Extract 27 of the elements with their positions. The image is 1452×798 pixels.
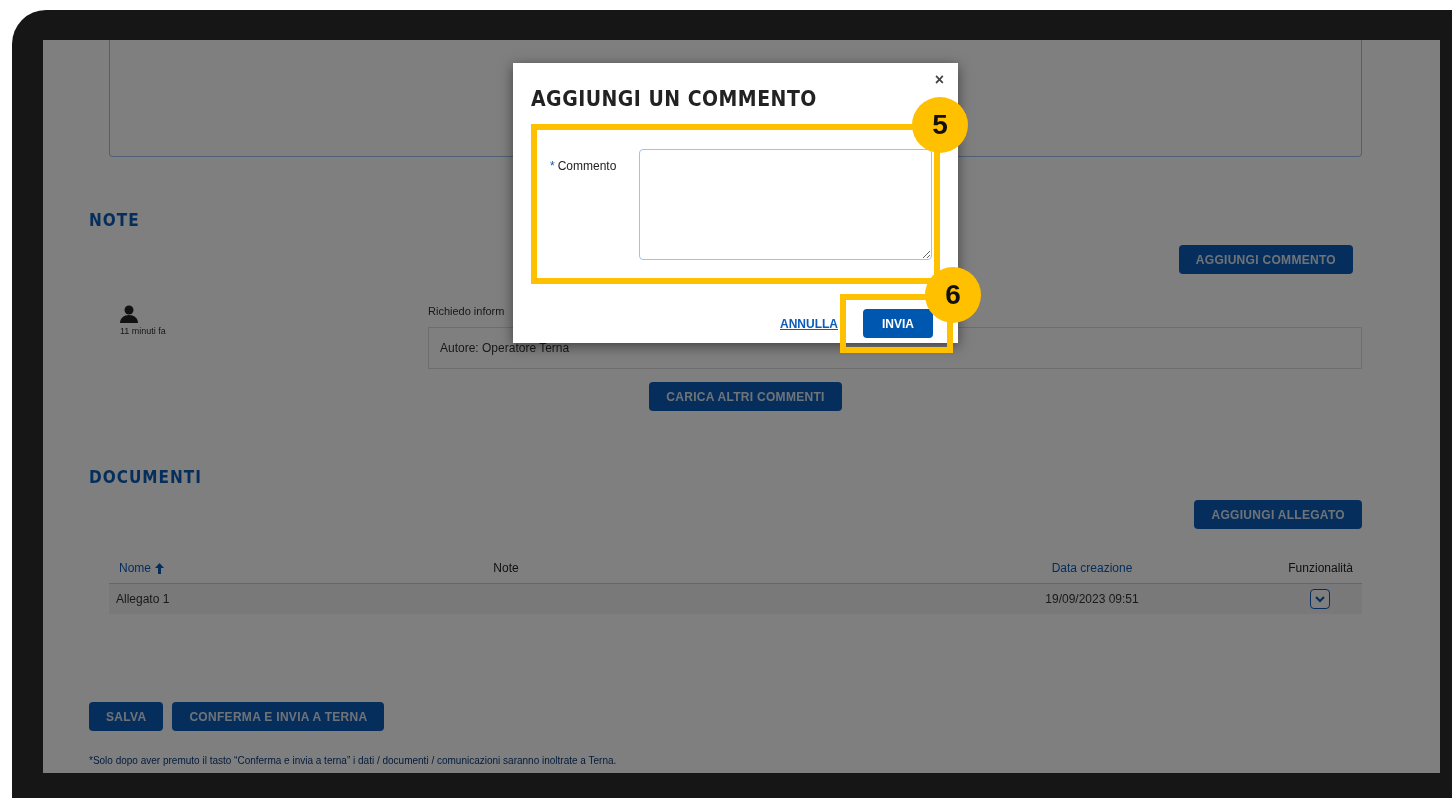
- section-heading: NOTE: [89, 210, 140, 230]
- close-button[interactable]: ×: [932, 69, 946, 91]
- arrow-up-icon: [155, 562, 164, 574]
- field-label: * Commento: [550, 159, 618, 173]
- column-header: Funzionalità: [1288, 561, 1354, 575]
- section-heading: DOCUMENTI: [89, 467, 202, 487]
- comment-field[interactable]: [639, 149, 932, 260]
- load-more-button[interactable]: CARICA ALTRI COMMENTI: [649, 382, 842, 411]
- add-comment-button[interactable]: AGGIUNGI COMMENTO: [1178, 245, 1353, 274]
- actions-dropdown-button[interactable]: [1310, 589, 1330, 609]
- confirm-send-button[interactable]: CONFERMA E INVIA A TERNA: [172, 702, 385, 731]
- column-header[interactable]: Nome: [109, 561, 164, 575]
- column-header: Note: [493, 561, 519, 575]
- step-badge: 5: [912, 97, 968, 153]
- save-button[interactable]: SALVA: [89, 702, 164, 731]
- add-attachment-button[interactable]: AGGIUNGI ALLEGATO: [1194, 500, 1362, 529]
- comment-text: Richiedo inform: [428, 305, 505, 317]
- send-button[interactable]: INVIA: [863, 309, 933, 338]
- table-cell-text: Allegato 1: [115, 592, 170, 606]
- comment-time: 11 minuti fa: [120, 326, 166, 336]
- table-cell: 19/09/2023 09:51: [1045, 592, 1139, 606]
- user-icon: [120, 305, 138, 323]
- step-badge: 6: [925, 267, 981, 323]
- footnote: *Solo dopo aver premuto il tasto “Conferma e invia a terna” i dati / documenti / comunicazioni saranno inoltrate a Terna.: [89, 755, 618, 766]
- chevron-down-icon: [1315, 595, 1325, 603]
- dialog-title: AGGIUNGI UN COMMENTO: [531, 87, 817, 111]
- column-header[interactable]: Data creazione: [1051, 561, 1133, 575]
